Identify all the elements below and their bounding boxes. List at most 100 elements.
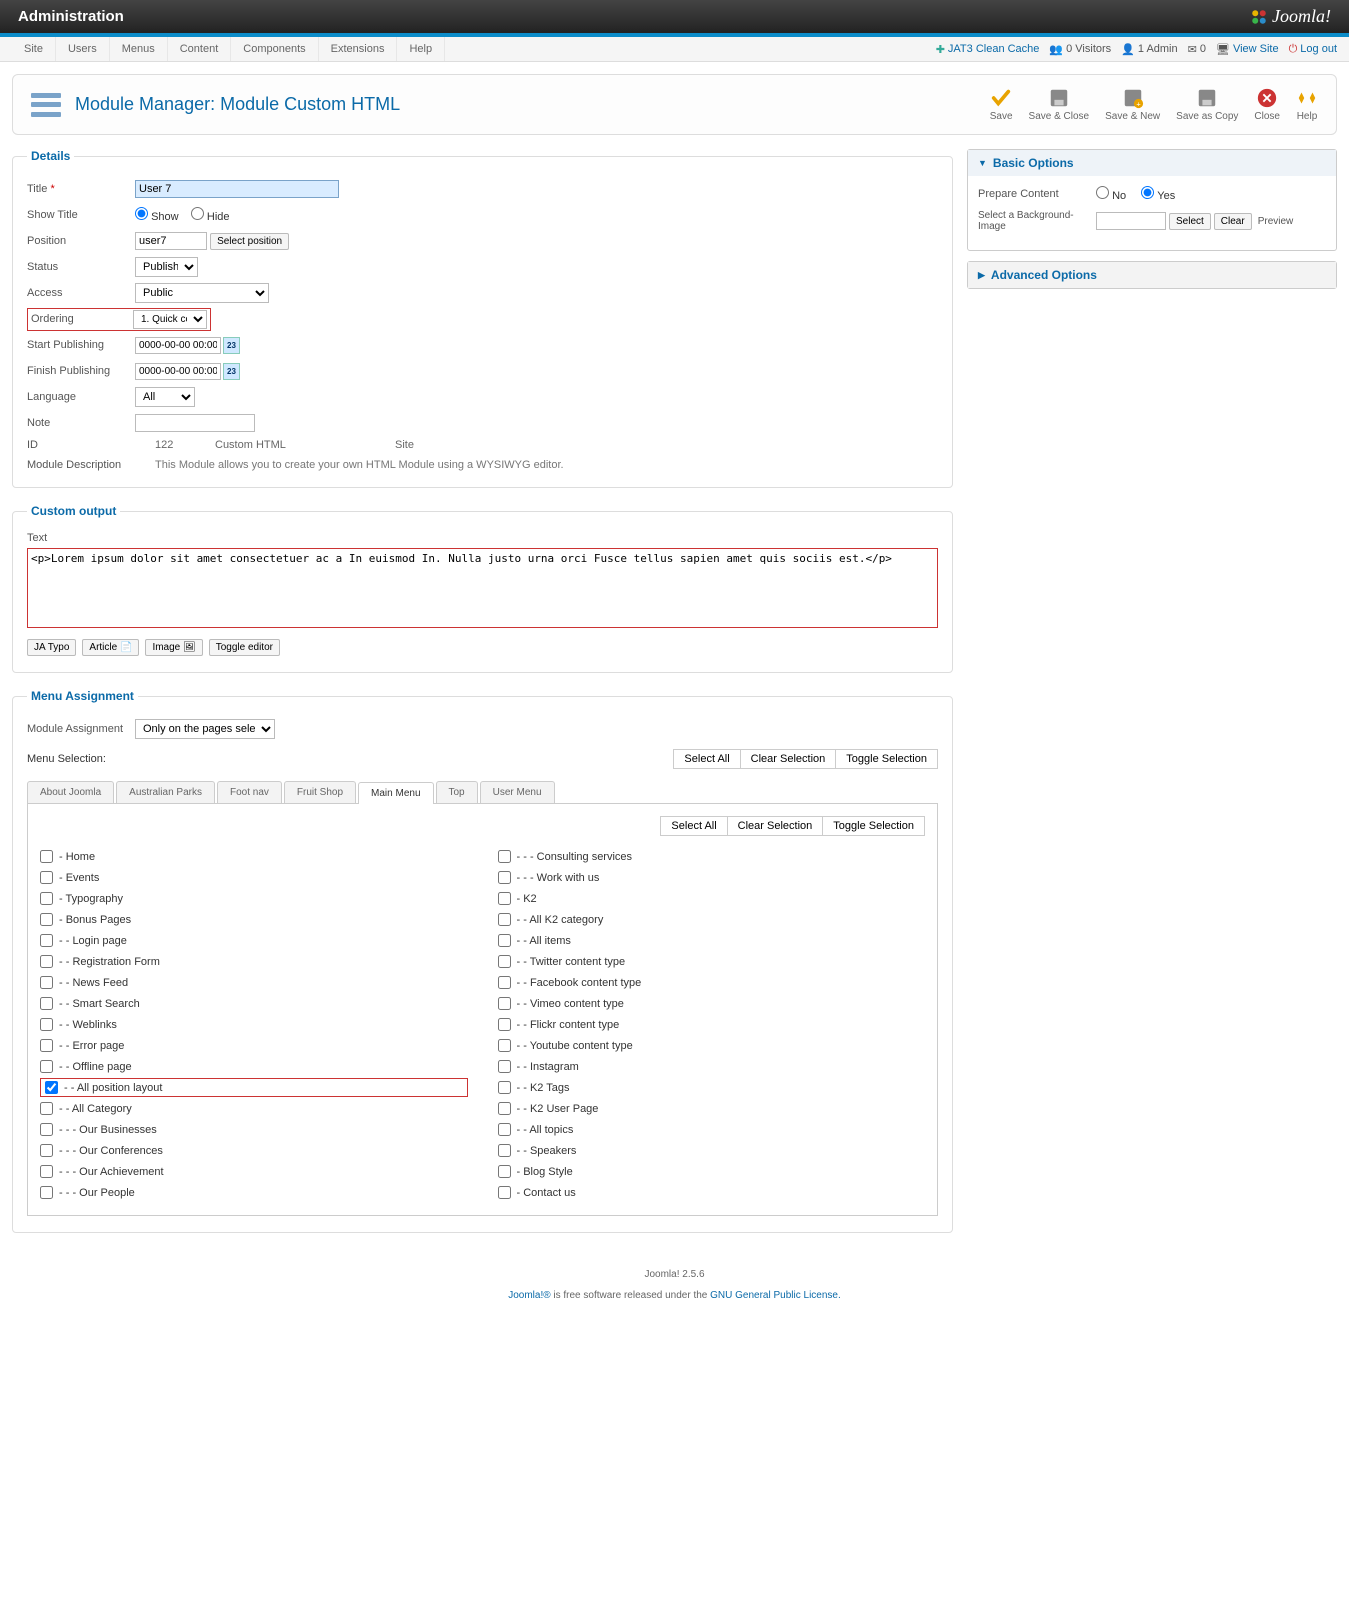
menu-item-checkbox[interactable] bbox=[45, 1081, 58, 1094]
menu-extensions[interactable]: Extensions bbox=[319, 37, 398, 61]
menu-item-checkbox[interactable] bbox=[40, 997, 53, 1010]
menu-item-checkbox[interactable] bbox=[498, 955, 511, 968]
joomla-link[interactable]: Joomla!® bbox=[508, 1290, 550, 1301]
position-input[interactable] bbox=[135, 232, 207, 250]
status-select[interactable]: Published bbox=[135, 257, 198, 277]
menu-item: - - All K2 category bbox=[498, 909, 926, 930]
license-link[interactable]: GNU General Public License. bbox=[710, 1290, 841, 1301]
image-button[interactable]: Image 🖼 bbox=[145, 639, 202, 656]
note-input[interactable] bbox=[135, 414, 255, 432]
tab-main-menu[interactable]: Main Menu bbox=[358, 782, 433, 804]
basic-options-header[interactable]: ▼Basic Options bbox=[968, 150, 1336, 176]
start-publishing-input[interactable] bbox=[135, 337, 221, 354]
menu-item-checkbox[interactable] bbox=[40, 1186, 53, 1199]
menu-item-checkbox[interactable] bbox=[40, 1165, 53, 1178]
module-assignment-select[interactable]: Only on the pages selected bbox=[135, 719, 275, 739]
menu-item-checkbox[interactable] bbox=[498, 850, 511, 863]
tab-foot-nav[interactable]: Foot nav bbox=[217, 781, 282, 803]
ordering-select[interactable]: 1. Quick contact bbox=[133, 310, 207, 329]
menu-item-checkbox[interactable] bbox=[498, 997, 511, 1010]
tab-toggle-selection-button[interactable]: Toggle Selection bbox=[822, 816, 925, 836]
menu-item-checkbox[interactable] bbox=[498, 1186, 511, 1199]
menu-help[interactable]: Help bbox=[397, 37, 445, 61]
help-button[interactable]: Help bbox=[1296, 87, 1318, 122]
menu-item-checkbox[interactable] bbox=[40, 1123, 53, 1136]
menu-item-checkbox[interactable] bbox=[40, 1102, 53, 1115]
finish-publishing-input[interactable] bbox=[135, 363, 221, 380]
menu-item-checkbox[interactable] bbox=[498, 1039, 511, 1052]
save-copy-button[interactable]: Save as Copy bbox=[1176, 87, 1238, 122]
menu-item-checkbox[interactable] bbox=[498, 1018, 511, 1031]
logout-link[interactable]: Log out bbox=[1300, 43, 1337, 55]
menu-item-checkbox[interactable] bbox=[40, 892, 53, 905]
menu-menus[interactable]: Menus bbox=[110, 37, 168, 61]
menu-item-checkbox[interactable] bbox=[40, 976, 53, 989]
menu-item: - - - Work with us bbox=[498, 867, 926, 888]
save-button[interactable]: Save bbox=[990, 87, 1013, 122]
menu-content[interactable]: Content bbox=[168, 37, 232, 61]
menu-item-checkbox[interactable] bbox=[498, 976, 511, 989]
menu-item-checkbox[interactable] bbox=[498, 913, 511, 926]
prepare-yes-radio[interactable]: Yes bbox=[1141, 186, 1175, 202]
view-site-link[interactable]: View Site bbox=[1233, 43, 1279, 55]
tab-select-all-button[interactable]: Select All bbox=[660, 816, 727, 836]
tab-australian-parks[interactable]: Australian Parks bbox=[116, 781, 215, 803]
menu-assignment-fieldset: Menu Assignment Module AssignmentOnly on… bbox=[12, 689, 953, 1233]
title-input[interactable] bbox=[135, 180, 339, 198]
menu-item-checkbox[interactable] bbox=[498, 1123, 511, 1136]
menu-item: - - Weblinks bbox=[40, 1014, 468, 1035]
menu-item-checkbox[interactable] bbox=[40, 1039, 53, 1052]
menu-users[interactable]: Users bbox=[56, 37, 110, 61]
menu-item: - - - Our People bbox=[40, 1182, 468, 1203]
menu-components[interactable]: Components bbox=[231, 37, 318, 61]
save-new-button[interactable]: + Save & New bbox=[1105, 87, 1160, 122]
show-radio[interactable]: Show bbox=[135, 207, 179, 223]
article-button[interactable]: Article 📄 bbox=[82, 639, 139, 656]
menu-item-checkbox[interactable] bbox=[498, 892, 511, 905]
tab-fruit-shop[interactable]: Fruit Shop bbox=[284, 781, 356, 803]
select-position-button[interactable]: Select position bbox=[210, 233, 289, 250]
menu-item-checkbox[interactable] bbox=[40, 871, 53, 884]
prepare-no-radio[interactable]: No bbox=[1096, 186, 1126, 202]
menu-item-checkbox[interactable] bbox=[498, 934, 511, 947]
hide-radio[interactable]: Hide bbox=[191, 207, 230, 223]
menu-item-checkbox[interactable] bbox=[40, 850, 53, 863]
menu-item-checkbox[interactable] bbox=[498, 1144, 511, 1157]
menu-item-checkbox[interactable] bbox=[498, 1165, 511, 1178]
clear-selection-button[interactable]: Clear Selection bbox=[740, 749, 837, 769]
save-close-button[interactable]: Save & Close bbox=[1029, 87, 1090, 122]
menu-item-checkbox[interactable] bbox=[40, 913, 53, 926]
calendar-icon[interactable]: 23 bbox=[223, 337, 240, 354]
select-all-button[interactable]: Select All bbox=[673, 749, 740, 769]
menu-item-checkbox[interactable] bbox=[498, 871, 511, 884]
ja-typo-button[interactable]: JA Typo bbox=[27, 639, 76, 656]
menu-item-checkbox[interactable] bbox=[40, 1018, 53, 1031]
advanced-options-header[interactable]: ▶Advanced Options bbox=[968, 262, 1336, 288]
toggle-editor-button[interactable]: Toggle editor bbox=[209, 639, 280, 656]
menu-item-checkbox[interactable] bbox=[498, 1060, 511, 1073]
close-button[interactable]: Close bbox=[1254, 87, 1280, 122]
custom-html-textarea[interactable] bbox=[27, 548, 938, 628]
tab-about-joomla[interactable]: About Joomla bbox=[27, 781, 114, 803]
menu-item-checkbox[interactable] bbox=[40, 934, 53, 947]
menu-item-checkbox[interactable] bbox=[40, 955, 53, 968]
tab-top[interactable]: Top bbox=[436, 781, 478, 803]
bg-preview-link[interactable]: Preview bbox=[1258, 216, 1294, 227]
messages-count: 0 bbox=[1200, 43, 1206, 55]
language-select[interactable]: All bbox=[135, 387, 195, 407]
tab-clear-selection-button[interactable]: Clear Selection bbox=[727, 816, 824, 836]
calendar-icon[interactable]: 23 bbox=[223, 363, 240, 380]
menu-item-checkbox[interactable] bbox=[40, 1060, 53, 1073]
menu-item-checkbox[interactable] bbox=[498, 1102, 511, 1115]
bg-clear-button[interactable]: Clear bbox=[1214, 213, 1252, 230]
bg-select-button[interactable]: Select bbox=[1169, 213, 1211, 230]
menu-item-checkbox[interactable] bbox=[40, 1144, 53, 1157]
tab-user-menu[interactable]: User Menu bbox=[480, 781, 555, 803]
access-select[interactable]: Public bbox=[135, 283, 269, 303]
bg-image-input[interactable] bbox=[1096, 212, 1166, 230]
clean-cache-link[interactable]: JAT3 Clean Cache bbox=[948, 43, 1040, 55]
menu-site[interactable]: Site bbox=[12, 37, 56, 61]
menu-item-checkbox[interactable] bbox=[498, 1081, 511, 1094]
menu-item: - - All items bbox=[498, 930, 926, 951]
toggle-selection-button[interactable]: Toggle Selection bbox=[835, 749, 938, 769]
